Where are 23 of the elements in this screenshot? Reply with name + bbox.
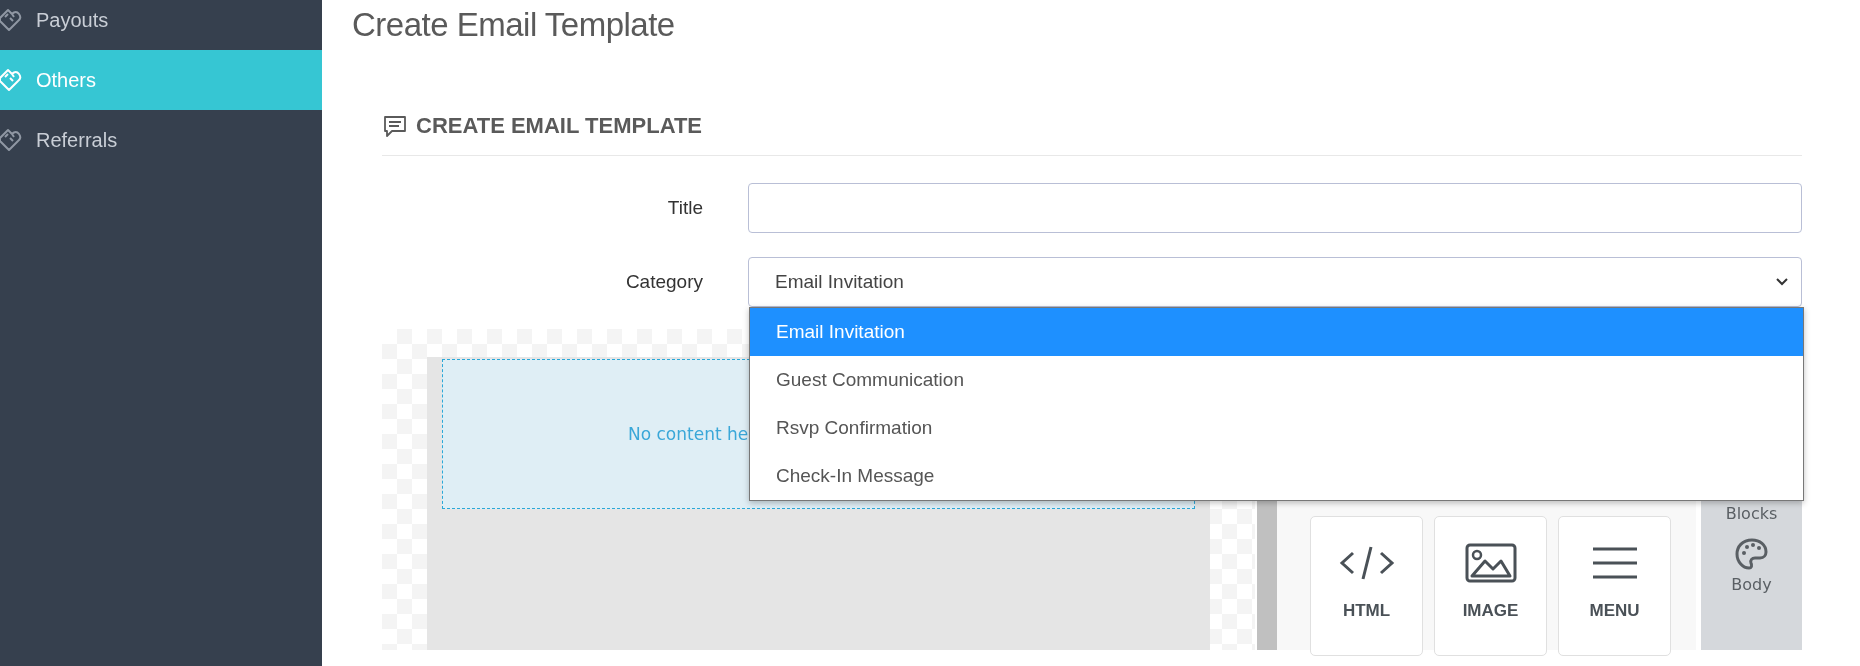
caret-icon <box>1775 277 1789 287</box>
palette-icon <box>1734 537 1769 571</box>
field-label: Category <box>624 271 703 293</box>
hand-heart-icon <box>0 66 24 94</box>
sidebar-item[interactable]: Payouts <box>0 0 322 50</box>
field-label: Title <box>666 197 703 219</box>
title-input[interactable] <box>748 183 1802 233</box>
block-tile[interactable]: MENU <box>1558 516 1671 656</box>
sidebar-item[interactable]: Referrals <box>0 110 322 170</box>
page-title: Create Email Template <box>352 5 676 45</box>
block-tile[interactable]: IMAGE <box>1434 516 1547 656</box>
dropdown-option[interactable]: Guest Communication <box>750 356 1803 404</box>
card-heading: CREATE EMAIL TEMPLATE <box>416 113 702 139</box>
block-tile[interactable]: HTML <box>1310 516 1423 656</box>
dropdown-option[interactable]: Rsvp Confirmation <box>750 404 1803 452</box>
side-tab[interactable]: Body <box>1731 537 1772 594</box>
category-select[interactable]: Email Invitation <box>748 257 1802 307</box>
hand-heart-icon <box>0 126 24 154</box>
hand-heart-icon <box>0 6 24 34</box>
comment-icon <box>382 114 408 138</box>
side-tab[interactable]: Blocks <box>1725 504 1778 523</box>
dropdown-option[interactable]: Check-In Message <box>750 452 1803 500</box>
empty-content-text: No content he <box>628 424 749 444</box>
